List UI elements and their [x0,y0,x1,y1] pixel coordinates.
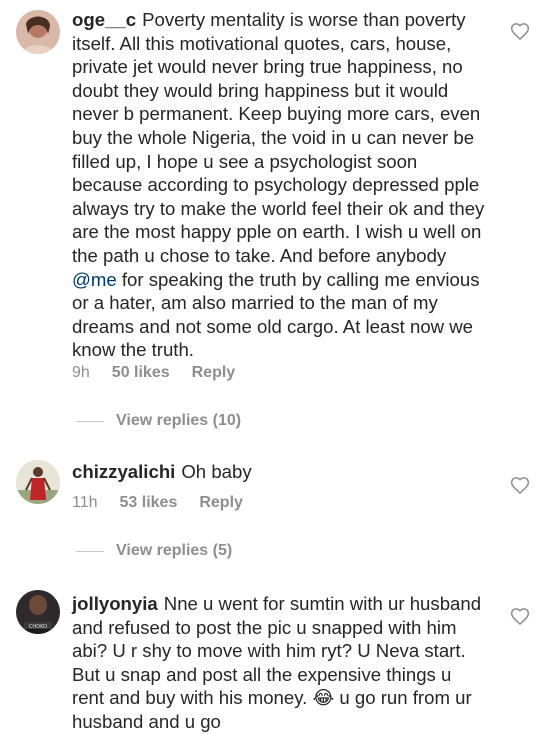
mention-link[interactable]: @me [72,269,117,290]
comment-body: Oh baby [181,461,252,482]
heart-outline-icon[interactable] [510,607,530,627]
comment-text: chizzyalichi Oh baby [72,460,488,484]
view-replies-label: View replies (10) [116,412,242,429]
username[interactable]: chizzyalichi [72,461,175,482]
view-replies-button[interactable]: View replies (5) [76,542,232,560]
divider-line [76,550,104,552]
username[interactable]: jollyonyia [72,593,158,614]
username[interactable]: oge__c [72,9,136,30]
comment-meta: 11h 53 likes Reply [72,492,243,514]
reply-button[interactable]: Reply [192,364,236,382]
divider-line [76,420,104,422]
avatar[interactable] [16,460,60,504]
avatar[interactable] [16,10,60,54]
comment-meta: 9h 50 likes Reply [72,362,235,384]
comment-body-continued: for speaking the truth by calling me env… [72,268,480,361]
likes-count[interactable]: 53 likes [120,494,178,512]
timestamp: 9h [72,364,90,381]
reply-button[interactable]: Reply [199,494,243,512]
heart-outline-icon[interactable] [510,476,530,496]
view-replies-label: View replies (5) [116,542,233,559]
avatar[interactable]: CHOKO [16,590,60,634]
avatar-caption: CHOKO [29,624,47,630]
timestamp: 11h [72,494,98,511]
comment-body: Poverty mentality is worse than poverty … [72,9,485,266]
comment-text: jollyonyia Nne u went for sumtin with ur … [72,592,488,734]
comment-text: oge__c Poverty mentality is worse than po… [72,8,488,362]
likes-count[interactable]: 50 likes [112,364,170,382]
view-replies-button[interactable]: View replies (10) [76,412,241,430]
heart-outline-icon[interactable] [510,22,530,42]
